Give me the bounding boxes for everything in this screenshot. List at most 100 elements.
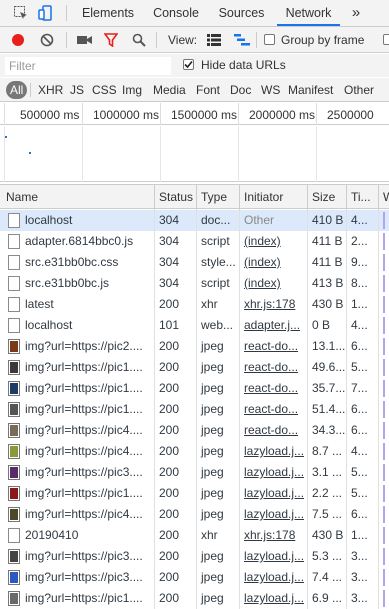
hide-data-urls-checkbox[interactable] bbox=[183, 59, 194, 70]
cell-size: 6.9 ... bbox=[308, 588, 347, 609]
column-waterfall[interactable]: W bbox=[379, 185, 389, 210]
cell-time: 4... bbox=[347, 441, 379, 462]
filter-input[interactable] bbox=[5, 57, 171, 75]
table-row[interactable]: img?url=https://pic2.... 200 jpeg react-do.… bbox=[0, 336, 389, 357]
toolbar-divider bbox=[66, 5, 67, 21]
group-by-frame-checkbox[interactable] bbox=[264, 34, 275, 45]
type-font[interactable]: Font bbox=[193, 81, 223, 99]
image-thumbnail bbox=[10, 362, 18, 373]
cell-initiator[interactable]: xhr.js:178 bbox=[240, 294, 308, 315]
cell-initiator[interactable]: react-do... bbox=[240, 399, 308, 420]
cell-time: 1... bbox=[347, 294, 379, 315]
image-file-icon bbox=[8, 402, 20, 417]
search-icon[interactable] bbox=[132, 33, 146, 47]
document-file-icon bbox=[8, 297, 20, 312]
table-row[interactable]: latest 200 xhr xhr.js:178 430 B 1... bbox=[0, 294, 389, 315]
table-row[interactable]: img?url=https://pic1.... 200 jpeg lazyload.… bbox=[0, 483, 389, 504]
column-size[interactable]: Size bbox=[308, 185, 347, 210]
inspect-element-icon[interactable] bbox=[13, 5, 29, 21]
tab-elements[interactable]: Elements bbox=[77, 0, 139, 26]
table-row[interactable]: img?url=https://pic4.... 200 jpeg lazyload.… bbox=[0, 504, 389, 525]
table-row[interactable]: 20190410 200 xhr xhr.js:178 430 B 1... bbox=[0, 525, 389, 546]
cell-status: 200 bbox=[155, 420, 197, 441]
table-row[interactable]: img?url=https://pic3.... 200 jpeg lazyload.… bbox=[0, 567, 389, 588]
cell-initiator[interactable]: react-do... bbox=[240, 336, 308, 357]
cell-initiator[interactable]: xhr.js:178 bbox=[240, 525, 308, 546]
preserve-log-checkbox[interactable] bbox=[383, 34, 389, 45]
table-row[interactable]: img?url=https://pic3.... 200 jpeg lazyload.… bbox=[0, 546, 389, 567]
clear-icon[interactable] bbox=[40, 33, 54, 47]
tab-sources[interactable]: Sources bbox=[213, 0, 270, 26]
image-thumbnail bbox=[10, 509, 18, 520]
table-row[interactable]: img?url=https://pic1.... 200 jpeg react-do.… bbox=[0, 357, 389, 378]
cell-type: jpeg bbox=[197, 588, 240, 609]
type-xhr[interactable]: XHR bbox=[35, 81, 66, 99]
cell-initiator[interactable]: lazyload.j... bbox=[240, 483, 308, 504]
large-rows-icon[interactable] bbox=[207, 34, 221, 46]
document-file-icon bbox=[8, 255, 20, 270]
tab-network[interactable]: Network bbox=[277, 0, 340, 26]
timeline-overview[interactable] bbox=[0, 126, 389, 182]
cell-initiator[interactable]: lazyload.j... bbox=[240, 504, 308, 525]
table-row[interactable]: img?url=https://pic4.... 200 jpeg react-do.… bbox=[0, 420, 389, 441]
table-row[interactable]: img?url=https://pic4.... 200 jpeg lazyload.… bbox=[0, 441, 389, 462]
cell-name: img?url=https://pic1.... bbox=[0, 483, 155, 504]
type-manifest[interactable]: Manifest bbox=[285, 81, 336, 99]
type-css[interactable]: CSS bbox=[89, 81, 120, 99]
device-toolbar-icon[interactable] bbox=[38, 5, 54, 21]
table-row[interactable]: src.e31bb0bc.css 304 style... (index) 411 B9… bbox=[0, 252, 389, 273]
table-row[interactable]: img?url=https://pic1.... 200 jpeg react-do.… bbox=[0, 378, 389, 399]
type-doc[interactable]: Doc bbox=[227, 81, 254, 99]
type-img[interactable]: Img bbox=[119, 81, 145, 99]
cell-name: img?url=https://pic4.... bbox=[0, 420, 155, 441]
tab-console[interactable]: Console bbox=[146, 0, 206, 26]
waterfall-overview-icon[interactable] bbox=[234, 34, 250, 46]
document-file-icon bbox=[8, 276, 20, 291]
image-file-icon bbox=[8, 339, 20, 354]
cell-initiator[interactable]: adapter.j... bbox=[240, 315, 308, 336]
record-icon[interactable] bbox=[11, 33, 25, 47]
type-js[interactable]: JS bbox=[67, 81, 87, 99]
cell-time: 5... bbox=[347, 462, 379, 483]
image-file-icon bbox=[8, 465, 20, 480]
waterfall-bar bbox=[383, 254, 385, 271]
type-ws[interactable]: WS bbox=[258, 81, 283, 99]
screenshot-camera-icon[interactable] bbox=[77, 34, 93, 46]
cell-initiator[interactable]: (index) bbox=[240, 252, 308, 273]
cell-initiator[interactable]: lazyload.j... bbox=[240, 588, 308, 609]
cell-initiator[interactable]: react-do... bbox=[240, 378, 308, 399]
column-status[interactable]: Status bbox=[155, 185, 197, 210]
table-row[interactable]: src.e31bb0bc.js 304 script (index) 413 B 8... bbox=[0, 273, 389, 294]
document-file-icon bbox=[8, 528, 20, 543]
type-other[interactable]: Other bbox=[341, 81, 377, 99]
column-name[interactable]: Name bbox=[0, 185, 155, 210]
cell-type: jpeg bbox=[197, 483, 240, 504]
table-row[interactable]: localhost 304 doc... Other 410 B 4... bbox=[0, 210, 389, 231]
cell-initiator[interactable]: lazyload.j... bbox=[240, 567, 308, 588]
table-row[interactable]: img?url=https://pic3.... 200 jpeg lazyload.… bbox=[0, 462, 389, 483]
cell-initiator[interactable]: (index) bbox=[240, 273, 308, 294]
type-all[interactable]: All bbox=[6, 81, 28, 99]
cell-name: img?url=https://pic4.... bbox=[0, 441, 155, 462]
table-row[interactable]: img?url=https://pic1.... 200 jpeg lazyload.… bbox=[0, 588, 389, 609]
table-row[interactable]: localhost 101 web... adapter.j... 0 B 4... bbox=[0, 315, 389, 336]
toolbar-divider bbox=[66, 32, 67, 48]
filter-funnel-icon[interactable] bbox=[104, 33, 118, 47]
column-initiator[interactable]: Initiator bbox=[240, 185, 308, 210]
cell-initiator[interactable]: lazyload.j... bbox=[240, 546, 308, 567]
waterfall-bar bbox=[383, 359, 385, 376]
table-row[interactable]: img?url=https://pic1.... 200 jpeg react-do.… bbox=[0, 399, 389, 420]
table-row[interactable]: adapter.6814bbc0.js 304 script (index) 411 B… bbox=[0, 231, 389, 252]
cell-initiator[interactable]: react-do... bbox=[240, 357, 308, 378]
image-thumbnail bbox=[10, 446, 18, 457]
more-tabs-button[interactable]: » bbox=[345, 0, 367, 26]
tick-line bbox=[4, 103, 5, 125]
cell-type: jpeg bbox=[197, 546, 240, 567]
column-time[interactable]: Ti... bbox=[347, 185, 379, 210]
type-media[interactable]: Media bbox=[150, 81, 189, 99]
cell-initiator[interactable]: react-do... bbox=[240, 420, 308, 441]
cell-initiator[interactable]: lazyload.j... bbox=[240, 462, 308, 483]
column-type[interactable]: Type bbox=[197, 185, 240, 210]
cell-initiator[interactable]: (index) bbox=[240, 231, 308, 252]
cell-initiator[interactable]: lazyload.j... bbox=[240, 441, 308, 462]
